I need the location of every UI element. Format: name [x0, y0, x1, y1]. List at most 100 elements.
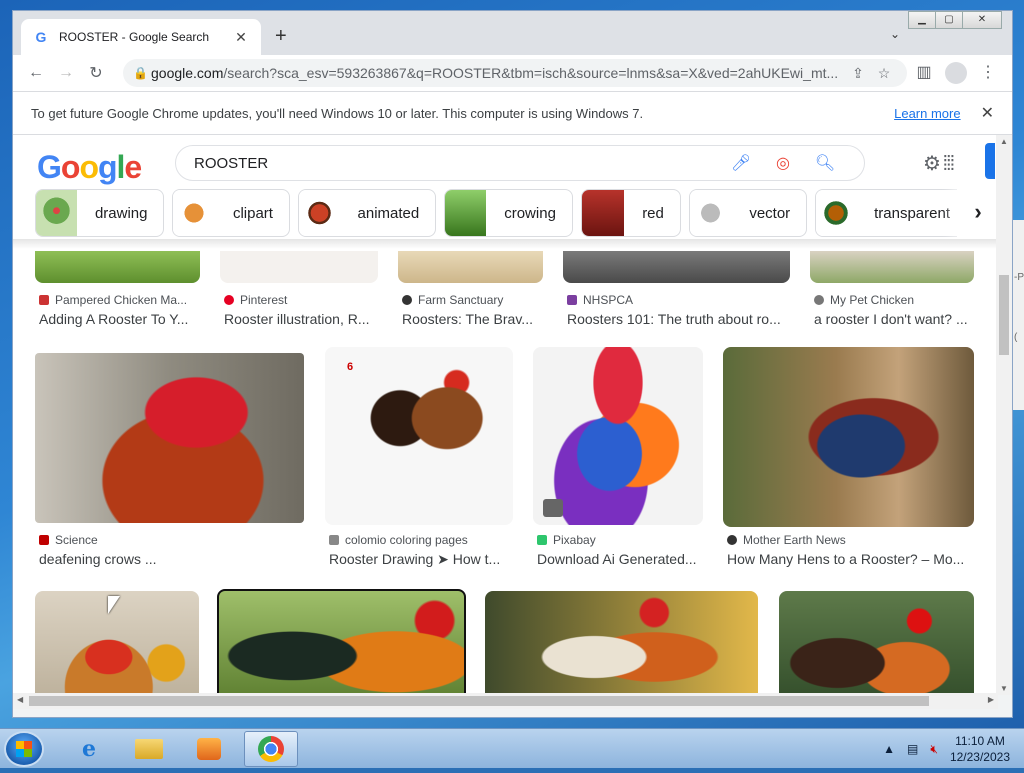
close-button[interactable]: ✕ [962, 11, 1002, 29]
settings-gear-icon[interactable]: ⚙ ⁞⁞⁞ [923, 151, 955, 176]
search-box[interactable]: ROOSTER 🎤︎ ◎ 🔍︎ [175, 145, 865, 181]
result-image[interactable] [779, 591, 974, 695]
image-result[interactable] [779, 591, 975, 695]
result-image[interactable] [220, 251, 378, 283]
chip-red[interactable]: red [580, 189, 681, 237]
result-image[interactable] [485, 591, 758, 695]
result-title[interactable]: Rooster Drawing ➤ How t... [329, 551, 509, 568]
image-result[interactable] [485, 591, 759, 695]
result-title[interactable]: Roosters 101: The truth about ro... [567, 311, 789, 327]
result-image[interactable] [723, 347, 974, 527]
result-source[interactable]: colomio coloring pages [329, 533, 468, 547]
image-result[interactable]: Pixabay Download Ai Generated... [533, 347, 705, 573]
bookmark-star-icon[interactable]: ☆ [871, 65, 897, 82]
chrome-taskbar-icon[interactable] [244, 731, 298, 767]
share-icon[interactable]: ⇪ [845, 65, 871, 82]
learn-more-link[interactable]: Learn more [894, 106, 960, 121]
vertical-scroll-thumb[interactable] [999, 275, 1009, 355]
result-badge: 6 [347, 361, 354, 373]
image-result[interactable] [217, 589, 467, 695]
internet-explorer-icon[interactable]: e [62, 731, 116, 767]
result-source[interactable]: Pampered Chicken Ma... [39, 293, 187, 307]
scroll-up-arrow-icon[interactable]: ▲ [996, 137, 1012, 146]
image-result[interactable]: Mother Earth News How Many Hens to a Roo… [723, 347, 975, 573]
result-image[interactable] [35, 353, 304, 523]
lock-icon[interactable]: 🔒 [133, 66, 151, 80]
horizontal-scroll-thumb[interactable] [29, 696, 929, 706]
scroll-down-arrow-icon[interactable]: ▼ [996, 684, 1012, 693]
reload-icon[interactable]: ↻ [81, 63, 111, 83]
tab-close-icon[interactable]: ✕ [233, 29, 249, 46]
image-result[interactable]: Pinterest Rooster illustration, R... [220, 251, 380, 329]
chip-drawing[interactable]: drawing [35, 189, 165, 237]
image-result[interactable]: Farm Sanctuary Roosters: The Brav... [398, 251, 546, 329]
result-title[interactable]: a rooster I don't want? ... [814, 311, 974, 327]
result-title[interactable]: Rooster illustration, R... [224, 311, 380, 327]
forward-arrow-icon[interactable]: → [51, 64, 81, 82]
side-panel-icon[interactable]: ▥ [908, 61, 940, 85]
result-source[interactable]: Pinterest [224, 293, 287, 307]
result-source[interactable]: Science [39, 533, 98, 547]
chip-clipart[interactable]: clipart [172, 189, 290, 237]
sign-in-button[interactable] [985, 143, 995, 179]
clock-time: 11:10 AM [955, 734, 1005, 748]
chip-transparent[interactable]: transparent [815, 189, 967, 237]
update-infobar: To get future Google Chrome updates, you… [13, 91, 1012, 135]
minimize-button[interactable]: ▁ [908, 11, 936, 29]
tab-search-chevron-icon[interactable]: ⌄ [890, 27, 900, 41]
result-source[interactable]: Farm Sanctuary [402, 293, 503, 307]
result-title[interactable]: How Many Hens to a Rooster? – Mo... [727, 551, 975, 567]
title-bar: G ROOSTER - Google Search ✕ + ⌄ ▁ ▢ ✕ [13, 11, 1012, 55]
url-text[interactable]: google.com/search?sca_esv=593263867&q=RO… [151, 65, 845, 81]
file-explorer-icon[interactable] [122, 731, 176, 767]
scroll-left-arrow-icon[interactable]: ◀ [17, 695, 23, 704]
profile-avatar-icon[interactable] [945, 62, 967, 84]
scroll-right-arrow-icon[interactable]: ▶ [988, 695, 994, 704]
result-image[interactable] [563, 251, 790, 283]
result-image[interactable] [398, 251, 543, 283]
image-result[interactable]: 6 colomio coloring pages Rooster Drawing… [325, 347, 515, 573]
result-source[interactable]: NHSPCA [567, 293, 633, 307]
chips-next-chevron-icon[interactable]: › [957, 187, 998, 237]
google-logo[interactable]: Google [37, 149, 142, 186]
chrome-menu-icon[interactable]: ⋮ [972, 61, 1004, 85]
network-icon[interactable]: ▤ [907, 742, 918, 756]
microphone-icon[interactable]: 🎤︎ [720, 153, 762, 173]
result-image[interactable] [35, 251, 200, 283]
show-hidden-icons-icon[interactable]: ▲ [883, 742, 895, 756]
chip-animated[interactable]: animated [297, 189, 437, 237]
image-result[interactable]: My Pet Chicken a rooster I don't want? .… [810, 251, 976, 329]
result-title[interactable]: Adding A Rooster To Y... [39, 311, 199, 327]
search-input[interactable]: ROOSTER [194, 155, 720, 172]
chip-thumbnail [581, 190, 625, 236]
new-tab-button[interactable]: + [275, 25, 287, 47]
maximize-button[interactable]: ▢ [935, 11, 963, 29]
chip-crowing[interactable]: crowing [444, 189, 573, 237]
infobar-close-icon[interactable]: ✕ [981, 103, 994, 123]
vertical-scrollbar[interactable]: ▲ ▼ [996, 135, 1012, 695]
result-image[interactable]: 6 [325, 347, 513, 525]
result-image[interactable] [533, 347, 703, 525]
address-bar[interactable]: 🔒 google.com/search?sca_esv=593263867&q=… [123, 59, 907, 87]
back-arrow-icon[interactable]: ← [21, 64, 51, 82]
media-player-icon[interactable] [182, 731, 236, 767]
result-title[interactable]: Roosters: The Brav... [402, 311, 542, 327]
image-result[interactable]: Pampered Chicken Ma... Adding A Rooster … [35, 251, 200, 329]
result-source[interactable]: Pixabay [537, 533, 596, 547]
tab-active[interactable]: G ROOSTER - Google Search ✕ [21, 19, 261, 55]
result-image[interactable] [217, 589, 466, 695]
result-image[interactable] [810, 251, 974, 283]
image-result[interactable]: NHSPCA Roosters 101: The truth about ro.… [563, 251, 793, 329]
volume-muted-icon[interactable]: 🔇︎ [930, 742, 938, 757]
lens-camera-icon[interactable]: ◎ [762, 153, 804, 173]
image-result[interactable]: Science deafening crows ... [35, 353, 305, 573]
chip-vector[interactable]: vector [688, 189, 808, 237]
result-source[interactable]: My Pet Chicken [814, 293, 914, 307]
search-icon[interactable]: 🔍︎ [804, 153, 846, 173]
clock[interactable]: 11:10 AM 12/23/2023 [950, 733, 1010, 765]
result-title[interactable]: deafening crows ... [39, 551, 299, 567]
result-title[interactable]: Download Ai Generated... [537, 551, 703, 567]
result-source[interactable]: Mother Earth News [727, 533, 846, 547]
horizontal-scrollbar[interactable]: ◀ ▶ [13, 693, 998, 709]
start-button[interactable] [4, 731, 44, 767]
